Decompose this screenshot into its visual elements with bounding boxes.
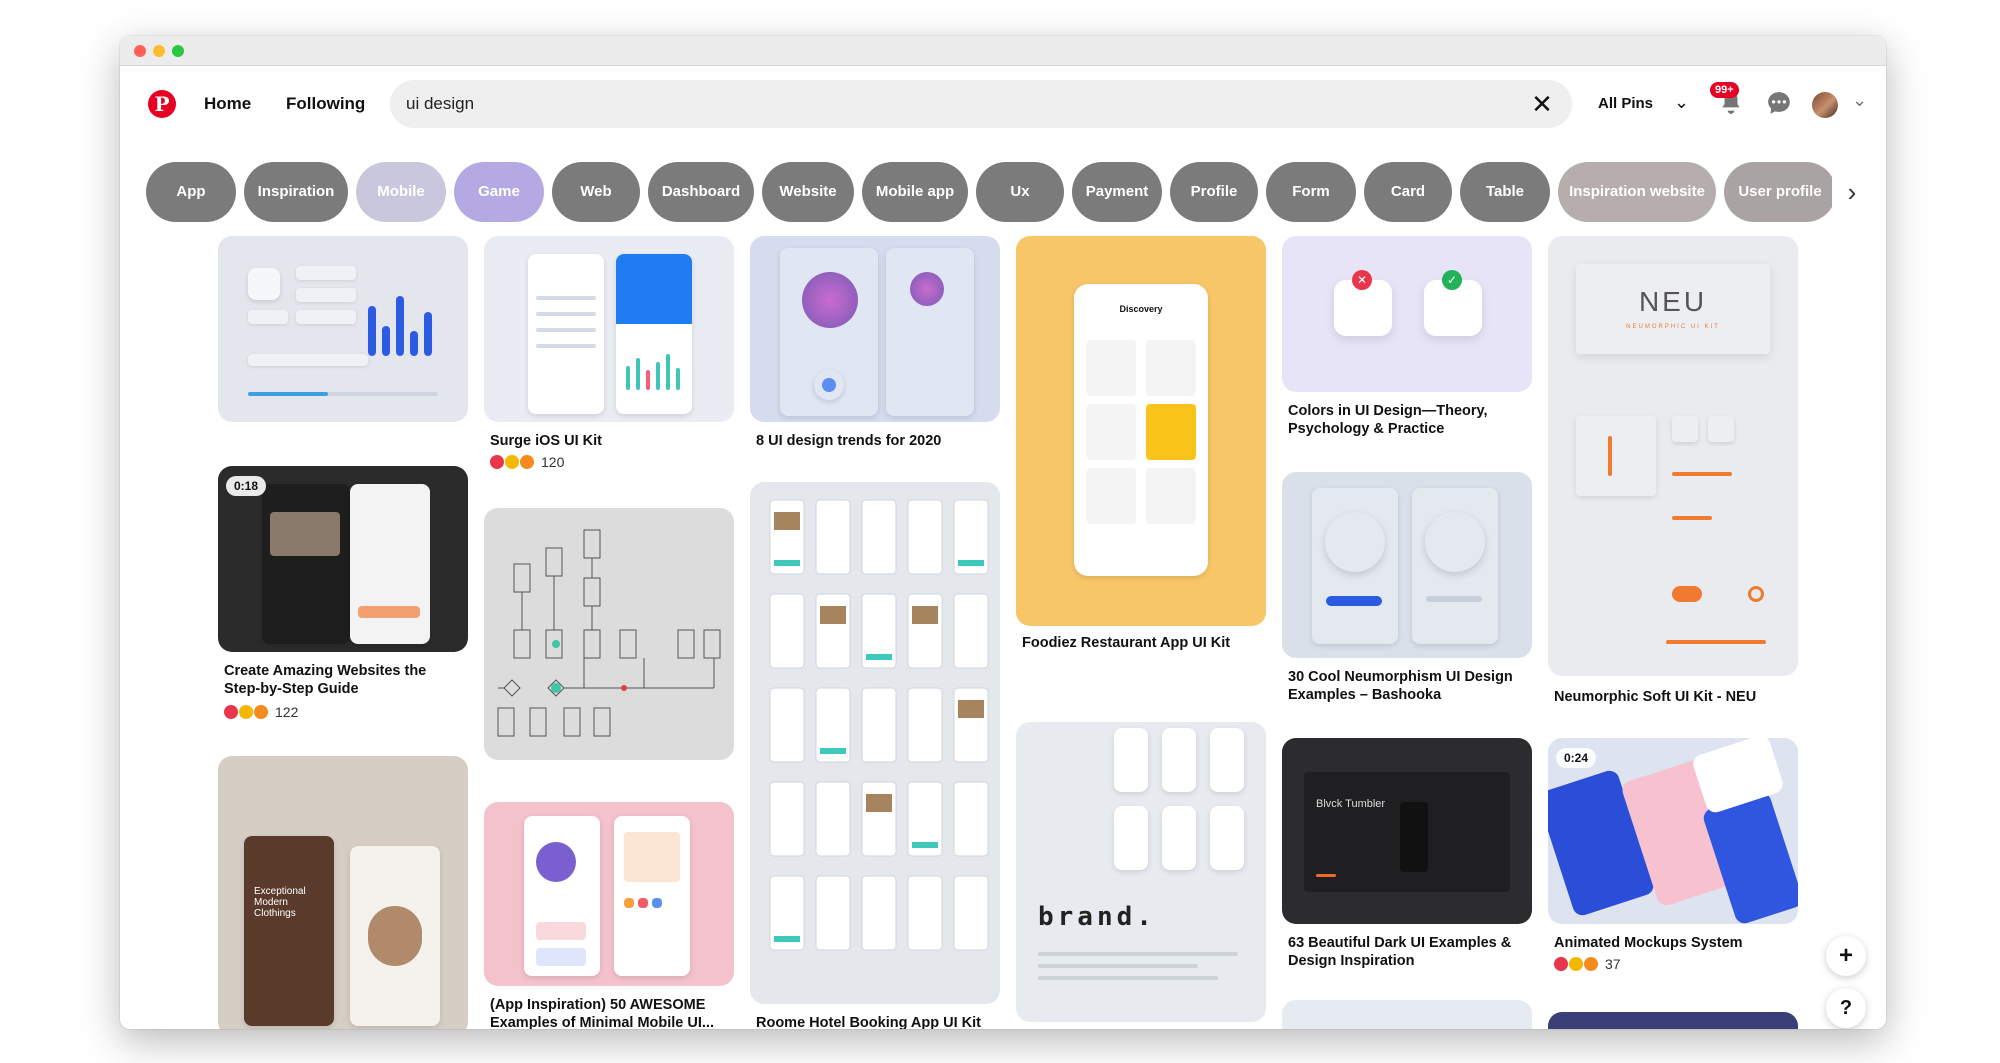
smile-icon bbox=[1569, 957, 1583, 971]
chip-inspiration[interactable]: Inspiration bbox=[244, 162, 348, 222]
heart-icon bbox=[1554, 957, 1568, 971]
pin-image: Exceptional Modern Clothings bbox=[218, 756, 468, 1029]
pin-image bbox=[750, 482, 1000, 1004]
pin-image: ✕ ✓ bbox=[1282, 236, 1532, 392]
chip-inspiration-website[interactable]: Inspiration website bbox=[1558, 162, 1716, 222]
wow-icon bbox=[520, 455, 534, 469]
chevron-down-icon: ⌄ bbox=[1674, 92, 1690, 112]
pin-title: Animated Mockups System bbox=[1554, 935, 1743, 951]
chip-web[interactable]: Web bbox=[552, 162, 640, 222]
pinterest-logo-icon[interactable]: P bbox=[148, 90, 176, 118]
pin-title: 8 UI design trends for 2020 bbox=[756, 433, 942, 449]
pin-image-text: Discovery bbox=[1119, 304, 1163, 314]
chat-bubble-icon[interactable] bbox=[1764, 90, 1794, 120]
pin-image bbox=[484, 802, 734, 986]
pin-title: (App Inspiration) 50 AWESOME Examples of… bbox=[490, 997, 714, 1029]
pin-title: Foodiez Restaurant App UI Kit bbox=[1022, 635, 1231, 651]
pin-title: Neumorphic Soft UI Kit - NEU bbox=[1554, 689, 1757, 705]
pin-image bbox=[1548, 1012, 1798, 1029]
pin-title: Colors in UI Design—Theory, Psychology &… bbox=[1288, 403, 1488, 437]
nav-following-link[interactable]: Following bbox=[286, 94, 365, 114]
chip-website[interactable]: Website bbox=[762, 162, 854, 222]
close-icon[interactable]: ✕ bbox=[1526, 88, 1558, 120]
close-window-button[interactable] bbox=[134, 45, 146, 57]
category-chip-bar: App Inspiration Mobile Game Web Dashboar… bbox=[120, 162, 1886, 222]
pin-title: Roome Hotel Booking App UI Kit bbox=[756, 1015, 982, 1029]
pin-image bbox=[218, 236, 468, 422]
nav-home-link[interactable]: Home bbox=[204, 94, 251, 114]
chip-profile[interactable]: Profile bbox=[1170, 162, 1258, 222]
heart-icon bbox=[490, 455, 504, 469]
pin-title: Create Amazing Websites the Step-by-Step… bbox=[224, 663, 427, 697]
pin-image-text: Blvck Tumbler bbox=[1316, 798, 1386, 810]
pin-title: 30 Cool Neumorphism UI Design Examples –… bbox=[1288, 669, 1513, 703]
filter-label: All Pins bbox=[1598, 95, 1654, 112]
pin-image bbox=[484, 508, 734, 760]
chip-card[interactable]: Card bbox=[1364, 162, 1452, 222]
pin-image bbox=[1282, 1000, 1532, 1029]
help-button[interactable]: ? bbox=[1826, 988, 1866, 1028]
wow-icon bbox=[254, 705, 268, 719]
chip-mobile-app[interactable]: Mobile app bbox=[862, 162, 968, 222]
maximize-window-button[interactable] bbox=[172, 45, 184, 57]
pin-image: NEU NEUMORPHIC UI KIT bbox=[1548, 236, 1798, 676]
pin-title: Surge iOS UI Kit bbox=[490, 433, 602, 449]
video-duration-badge: 0:24 bbox=[1556, 748, 1597, 768]
pin-reactions: 122 bbox=[224, 704, 298, 722]
add-button[interactable]: + bbox=[1826, 936, 1866, 976]
pin-image-text: Exceptional Modern Clothings bbox=[254, 886, 306, 919]
all-pins-filter-dropdown[interactable]: All Pins ⌄ bbox=[1582, 80, 1700, 128]
chip-user-profile[interactable]: User profile bbox=[1724, 162, 1836, 222]
pin-image: brand. bbox=[1016, 722, 1266, 1022]
window-titlebar bbox=[120, 36, 1886, 66]
minimize-window-button[interactable] bbox=[153, 45, 165, 57]
smile-icon bbox=[239, 705, 253, 719]
pin-image bbox=[484, 236, 734, 422]
chip-ux[interactable]: Ux bbox=[976, 162, 1064, 222]
chevron-down-icon[interactable]: ⌄ bbox=[1852, 90, 1867, 111]
pin-image-subtext: NEUMORPHIC UI KIT bbox=[1626, 324, 1720, 330]
chevron-right-icon[interactable]: › bbox=[1832, 166, 1872, 218]
pin-image: Discovery bbox=[1016, 236, 1266, 626]
chip-form[interactable]: Form bbox=[1266, 162, 1356, 222]
search-input[interactable]: ui design ✕ bbox=[390, 80, 1572, 128]
notifications-badge: 99+ bbox=[1710, 82, 1739, 98]
close-icon: ✕ bbox=[1352, 270, 1372, 290]
pin-image: Blvck Tumbler bbox=[1282, 738, 1532, 924]
search-query-text: ui design bbox=[406, 94, 475, 113]
pin-image-text: brand. bbox=[1038, 902, 1156, 932]
chip-payment[interactable]: Payment bbox=[1072, 162, 1162, 222]
avatar[interactable] bbox=[1812, 92, 1838, 118]
chip-game[interactable]: Game bbox=[454, 162, 544, 222]
pin-image: 0:18 bbox=[218, 466, 468, 652]
smile-icon bbox=[505, 455, 519, 469]
check-icon: ✓ bbox=[1442, 270, 1462, 290]
pin-image bbox=[750, 236, 1000, 422]
chip-mobile[interactable]: Mobile bbox=[356, 162, 446, 222]
browser-window: P Home Following ui design ✕ All Pins ⌄ … bbox=[120, 36, 1886, 1029]
pin-reactions: 120 bbox=[490, 454, 564, 472]
chip-table[interactable]: Table bbox=[1460, 162, 1550, 222]
heart-icon bbox=[224, 705, 238, 719]
chip-dashboard[interactable]: Dashboard bbox=[648, 162, 754, 222]
chip-app[interactable]: App bbox=[146, 162, 236, 222]
video-duration-badge: 0:18 bbox=[226, 476, 267, 496]
pin-title: 63 Beautiful Dark UI Examples & Design I… bbox=[1288, 935, 1512, 969]
pin-image bbox=[1282, 472, 1532, 658]
pin-reactions: 37 bbox=[1554, 956, 1621, 974]
pin-image: 0:24 bbox=[1548, 738, 1798, 924]
top-header: P Home Following ui design ✕ All Pins ⌄ … bbox=[120, 66, 1886, 148]
wow-icon bbox=[1584, 957, 1598, 971]
pin-image-text: NEU bbox=[1638, 286, 1708, 317]
